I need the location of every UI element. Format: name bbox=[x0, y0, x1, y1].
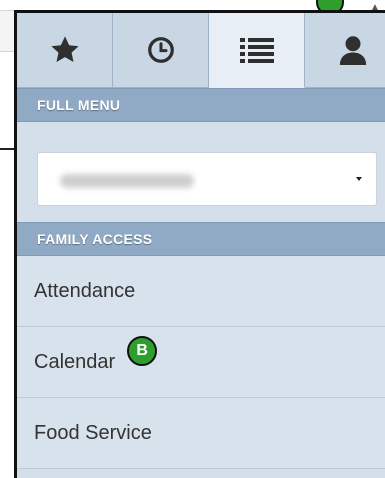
tab-recent[interactable] bbox=[113, 13, 209, 87]
tab-favorites[interactable] bbox=[17, 13, 113, 87]
menu-item-label: Food Service bbox=[34, 421, 152, 444]
annotation-badge: B bbox=[127, 336, 158, 366]
caret-down-icon bbox=[356, 177, 362, 181]
user-icon bbox=[339, 36, 367, 65]
menu-item-food-service[interactable]: Food Service bbox=[17, 398, 385, 469]
menu-item-label: Attendance bbox=[34, 279, 136, 302]
list-icon bbox=[239, 38, 274, 63]
tab-bar bbox=[17, 13, 385, 88]
student-select[interactable] bbox=[37, 152, 377, 206]
full-menu-header: FULL MENU bbox=[17, 88, 385, 122]
menu-item-label: Calendar bbox=[34, 350, 116, 373]
tab-full-menu[interactable] bbox=[209, 13, 305, 88]
student-select-area bbox=[17, 122, 385, 222]
menu-item-calendar[interactable]: Calendar B bbox=[17, 327, 385, 398]
menu-item-attendance[interactable]: Attendance bbox=[17, 256, 385, 327]
background-window bbox=[0, 0, 14, 478]
background-toolbar bbox=[0, 10, 14, 52]
background-divider bbox=[0, 148, 14, 150]
clock-icon bbox=[147, 37, 174, 63]
family-access-header: FAMILY ACCESS bbox=[17, 222, 385, 256]
star-icon bbox=[50, 36, 79, 62]
tab-account[interactable] bbox=[305, 13, 385, 87]
menu-panel: FULL MENU FAMILY ACCESS Attendance Calen… bbox=[14, 10, 385, 478]
redacted-student-name bbox=[60, 174, 194, 188]
